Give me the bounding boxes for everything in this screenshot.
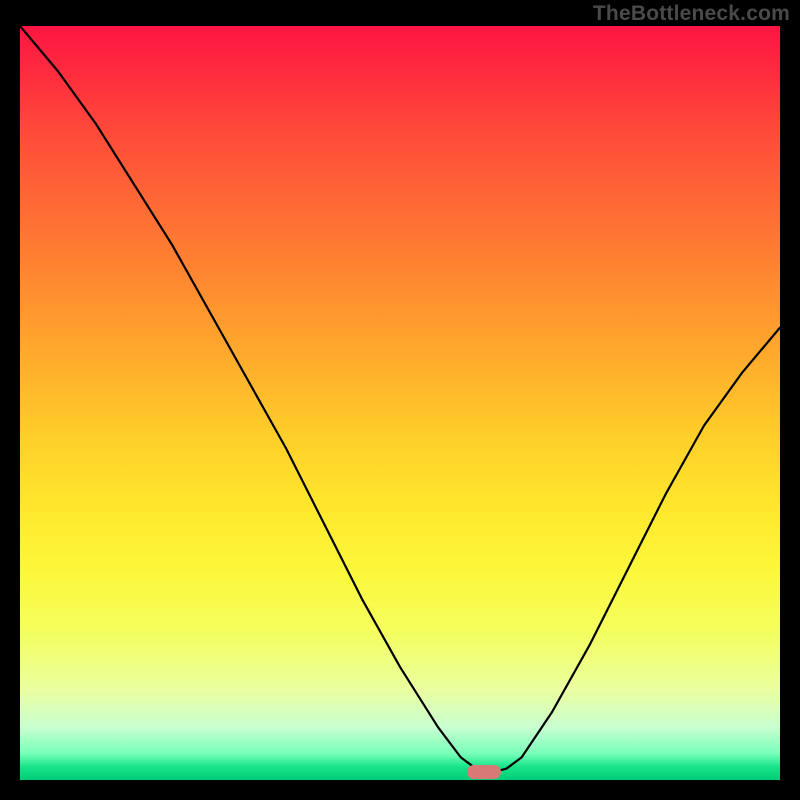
curve-svg xyxy=(20,26,780,780)
chart-frame: TheBottleneck.com xyxy=(0,0,800,800)
watermark-text: TheBottleneck.com xyxy=(593,2,790,26)
plot-area xyxy=(20,26,780,780)
bottleneck-curve-path xyxy=(20,26,780,772)
optimum-marker xyxy=(467,765,501,779)
